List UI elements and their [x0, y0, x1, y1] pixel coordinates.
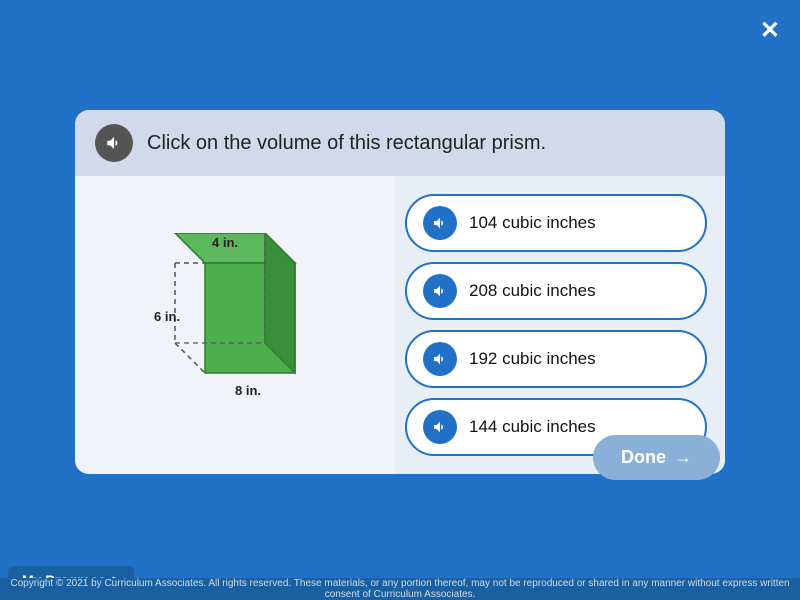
svg-text:6 in.: 6 in. [154, 309, 180, 324]
question-speaker-button[interactable] [95, 124, 133, 162]
answer-speaker-3[interactable] [423, 342, 457, 376]
question-header: Click on the volume of this rectangular … [75, 110, 725, 176]
answer-speaker-2[interactable] [423, 274, 457, 308]
answer-speaker-1[interactable] [423, 206, 457, 240]
answer-button-2[interactable]: 208 cubic inches [405, 262, 707, 320]
close-button[interactable]: ✕ [760, 16, 780, 45]
copyright-text: Copyright © 2021 by Curriculum Associate… [0, 578, 800, 600]
done-label: Done [621, 447, 666, 468]
answer-label-3: 192 cubic inches [469, 349, 596, 369]
question-text: Click on the volume of this rectangular … [147, 132, 546, 155]
copyright-bar: Copyright © 2021 by Curriculum Associate… [0, 578, 800, 600]
svg-text:4 in.: 4 in. [212, 235, 238, 250]
content-area: 4 in. 6 in. 8 in. 104 cubic inches [75, 176, 725, 474]
answer-label-2: 208 cubic inches [469, 281, 596, 301]
speaker-icon [105, 134, 123, 152]
done-arrow-icon: → [674, 447, 692, 468]
speaker-icon [432, 351, 448, 367]
shape-area: 4 in. 6 in. 8 in. [75, 176, 395, 474]
answer-label-4: 144 cubic inches [469, 417, 596, 437]
speaker-icon [432, 419, 448, 435]
answer-button-3[interactable]: 192 cubic inches [405, 330, 707, 388]
prism-diagram: 4 in. 6 in. 8 in. [120, 233, 350, 418]
done-button[interactable]: Done → [593, 435, 720, 480]
speaker-icon [432, 215, 448, 231]
answer-label-1: 104 cubic inches [469, 213, 596, 233]
speaker-icon [432, 283, 448, 299]
answer-speaker-4[interactable] [423, 410, 457, 444]
answer-button-1[interactable]: 104 cubic inches [405, 194, 707, 252]
main-card: Click on the volume of this rectangular … [75, 110, 725, 474]
svg-text:8 in.: 8 in. [235, 383, 261, 398]
answers-area: 104 cubic inches 208 cubic inches 192 cu… [395, 176, 725, 474]
